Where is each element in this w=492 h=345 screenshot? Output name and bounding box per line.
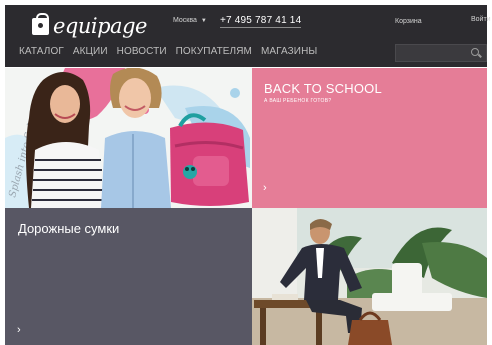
cart-link[interactable]: Корзина [395,18,422,25]
man-photo [252,208,487,345]
chevron-right-icon[interactable]: › [17,324,21,336]
main-nav: КАТАЛОГ АКЦИИ НОВОСТИ ПОКУПАТЕЛЯМ МАГАЗИ… [19,46,326,57]
nav-item-news[interactable]: НОВОСТИ [117,46,167,57]
chevron-right-icon[interactable]: › [263,182,267,194]
logo-text: equipage [53,14,147,38]
city-label: Москва [173,17,197,24]
phone-link[interactable]: +7 495 787 41 14 [220,15,302,28]
login-link[interactable]: Войти [471,16,491,23]
shopping-bag-icon [32,12,49,35]
banner-title: Дорожные сумки [18,221,120,236]
banner-travel-bags[interactable]: Дорожные сумки › [5,208,252,345]
banner-subtitle: А ВАШ РЕБЕНОК ГОТОВ? [264,98,332,104]
nav-item-customers[interactable]: ПОКУПАТЕЛЯМ [176,46,252,57]
kids-illustration: Splash into School [5,68,252,208]
banner-kids-backpack[interactable]: Splash into School [5,68,252,208]
site-header: equipage Москва ▼ +7 495 787 41 14 Корзи… [5,5,491,67]
city-selector[interactable]: Москва ▼ [173,17,207,24]
nav-item-promotions[interactable]: АКЦИИ [73,46,108,57]
banner-title: BACK TO SCHOOL [264,81,382,96]
nav-item-stores[interactable]: МАГАЗИНЫ [261,46,317,57]
nav-item-catalog[interactable]: КАТАЛОГ [19,46,64,57]
search-input[interactable] [396,47,468,64]
banner-back-to-school[interactable]: BACK TO SCHOOL А ВАШ РЕБЕНОК ГОТОВ? › [252,68,487,208]
search-icon[interactable] [471,48,479,56]
banner-man-lifestyle[interactable] [252,208,487,345]
chevron-down-icon: ▼ [200,17,207,24]
search-box [395,44,487,64]
logo[interactable]: equipage [32,12,147,38]
